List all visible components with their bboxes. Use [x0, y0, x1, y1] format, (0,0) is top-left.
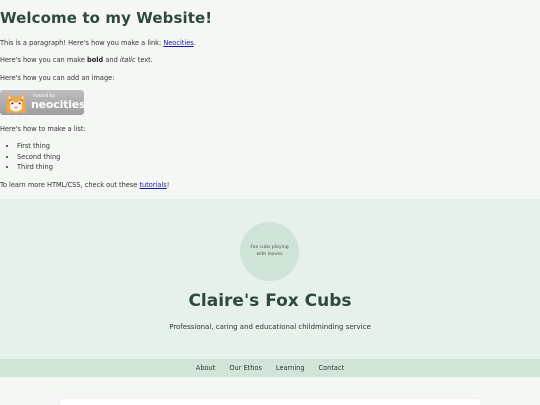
intro-paragraph-tutorials: To learn more HTML/CSS, check out these …: [0, 181, 169, 189]
content-area: [0, 377, 540, 405]
p5-suffix: !: [166, 181, 170, 189]
p5-prefix: To learn more HTML/CSS, check out these: [0, 181, 140, 189]
intro-paragraph-image: Here's how you can add an image:: [0, 74, 115, 82]
p2-prefix: Here's how you can make: [0, 56, 88, 64]
nav-item-contact[interactable]: Contact: [312, 364, 352, 372]
neocities-cat-icon: [3, 92, 29, 114]
nav-item-our-ethos[interactable]: Our Ethos: [222, 364, 269, 372]
intro-paragraph-formatting: Here's how you can make bold and italic …: [0, 56, 153, 64]
example-list: First thing Second thing Third thing: [0, 141, 60, 173]
p1-suffix: .: [193, 39, 196, 47]
hero-title: Claire's Fox Cubs: [188, 291, 352, 311]
nav-item-about[interactable]: About: [189, 364, 223, 372]
list-item: First thing: [17, 141, 60, 152]
intro-paragraph-link: This is a paragraph! Here's how you make…: [0, 39, 196, 47]
p2-suffix: text.: [135, 56, 153, 64]
content-card: [60, 399, 480, 405]
badge-text: hosted by neocities: [31, 94, 86, 112]
hero-section: Fox cubs playing with leaves Claire's Fo…: [0, 199, 540, 359]
p1-prefix: This is a paragraph! Here's how you make…: [0, 39, 164, 47]
page-title: Welcome to my Website!: [0, 9, 213, 27]
hero-image-placeholder: Fox cubs playing with leaves: [240, 222, 299, 281]
tutorials-link[interactable]: tutorials: [139, 181, 166, 189]
hero-image-alt: Fox cubs playing with leaves: [250, 245, 289, 257]
badge-big-text: neocities: [31, 98, 86, 112]
page: Welcome to my Website! This is a paragra…: [0, 0, 540, 405]
bold-text: bold: [87, 56, 104, 64]
intro-paragraph-list: Here's how to make a list:: [0, 125, 86, 133]
list-item: Third thing: [17, 162, 60, 173]
hero-subtitle: Professional, caring and educational chi…: [169, 323, 371, 331]
p2-mid: and: [103, 56, 120, 64]
hosted-by-neocities-badge[interactable]: hosted by neocities: [0, 90, 86, 115]
neocities-link[interactable]: Neocities: [163, 39, 193, 47]
italic-text: italic: [119, 56, 136, 64]
nav-item-learning[interactable]: Learning: [269, 364, 312, 372]
main-nav: About Our Ethos Learning Contact: [0, 359, 540, 377]
list-item: Second thing: [17, 152, 60, 163]
